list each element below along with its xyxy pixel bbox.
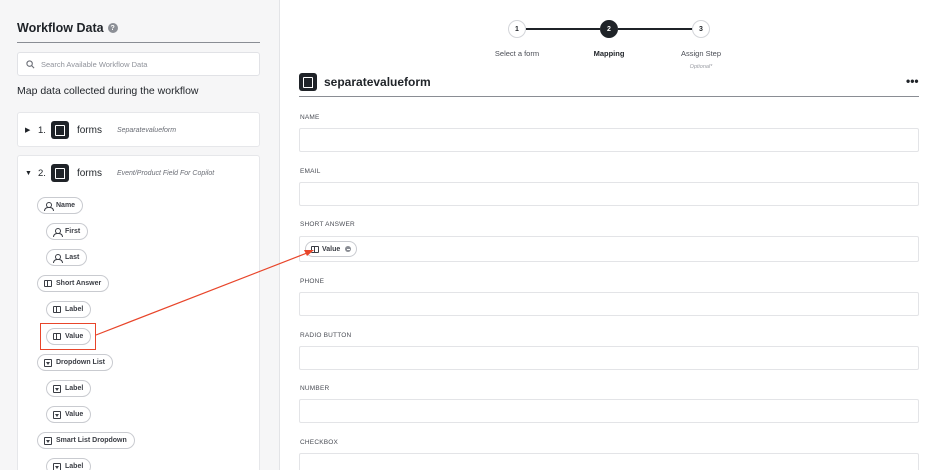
- data-pill-first[interactable]: First: [46, 223, 89, 240]
- field-drop-zone-name[interactable]: [299, 128, 919, 152]
- step-3-circle[interactable]: 3: [692, 20, 710, 38]
- dropdown-icon: [44, 358, 52, 367]
- data-pill-short-answer-label[interactable]: Label: [46, 301, 92, 318]
- field-label-email: EMAIL: [300, 168, 321, 175]
- form-title: separatevalueform: [324, 75, 431, 89]
- person-icon: [53, 253, 63, 263]
- dropdown-icon: [53, 410, 61, 419]
- field-drop-zone-number[interactable]: [299, 399, 919, 423]
- person-icon: [44, 201, 54, 211]
- text-field-icon: [311, 245, 319, 253]
- data-pill-name[interactable]: Name: [37, 197, 84, 214]
- pill-label: Label: [65, 463, 84, 470]
- field-drop-zone-checkbox[interactable]: [299, 453, 919, 470]
- group-subtitle: Event/Product Field For Copilot: [116, 169, 215, 177]
- more-options-icon[interactable]: •••: [906, 74, 919, 88]
- data-pill-dropdown-list[interactable]: Dropdown List: [37, 354, 113, 371]
- group-name: forms: [76, 124, 102, 136]
- form-icon: [50, 164, 69, 182]
- field-label-number: NUMBER: [300, 385, 330, 392]
- form-group-header[interactable]: ▼ 2. forms Event/Product Field For Copil…: [25, 164, 214, 182]
- pill-label: Name: [56, 202, 76, 209]
- field-drop-zone-short-answer[interactable]: Value: [299, 236, 919, 262]
- pill-label: Dropdown List: [56, 359, 105, 366]
- remove-icon[interactable]: [345, 246, 352, 252]
- data-pill-smart-list-dropdown[interactable]: Smart List Dropdown: [37, 432, 135, 449]
- step-1-label[interactable]: Select a form: [477, 49, 557, 58]
- field-label-phone: PHONE: [300, 278, 325, 285]
- workflow-data-panel: Workflow Data ? Map data collected durin…: [0, 0, 280, 470]
- dropdown-icon: [44, 436, 52, 445]
- step-2-label[interactable]: Mapping: [569, 49, 649, 58]
- pill-label: Short Answer: [56, 280, 102, 287]
- group-subtitle: Separatevalueform: [116, 126, 177, 134]
- map-instructions: Map data collected during the workflow: [17, 85, 199, 97]
- field-label-radio-button: RADIO BUTTON: [300, 332, 352, 339]
- search-input[interactable]: [41, 59, 241, 69]
- field-drop-zone-phone[interactable]: [299, 292, 919, 316]
- data-pill-smart-list-label[interactable]: Label: [46, 458, 92, 470]
- field-drop-zone-email[interactable]: [299, 182, 919, 206]
- pill-label: Last: [65, 254, 80, 261]
- panel-title: Workflow Data ?: [17, 21, 118, 35]
- data-pill-dropdown-value[interactable]: Value: [46, 406, 92, 423]
- search-icon: [26, 59, 35, 68]
- divider: [299, 96, 919, 97]
- form-group-header[interactable]: ▶ 1. forms Separatevalueform: [25, 121, 176, 139]
- group-number: 1.: [38, 124, 46, 136]
- dropdown-icon: [53, 384, 61, 393]
- step-3-sublabel: Optional*: [689, 64, 713, 70]
- field-label-short-answer: SHORT ANSWER: [300, 221, 355, 228]
- step-connector: [526, 28, 600, 30]
- pill-label: First: [65, 228, 81, 235]
- step-connector: [618, 28, 692, 30]
- panel-title-text: Workflow Data: [17, 21, 104, 35]
- group-name: forms: [76, 167, 102, 179]
- text-field-icon: [53, 306, 61, 313]
- field-label-checkbox: CHECKBOX: [300, 439, 339, 446]
- mapped-value-pill[interactable]: Value: [305, 241, 358, 257]
- pill-label: Value: [65, 411, 84, 418]
- highlight-box: [40, 323, 96, 350]
- group-number: 2.: [38, 167, 46, 179]
- step-2-circle[interactable]: 2: [600, 20, 618, 38]
- form-icon: [50, 121, 69, 139]
- search-box[interactable]: [17, 52, 260, 76]
- field-label-name: NAME: [300, 114, 320, 121]
- mapped-value-label: Value: [322, 245, 341, 253]
- dropdown-icon: [53, 462, 61, 470]
- pill-label: Smart List Dropdown: [56, 437, 127, 444]
- text-field-icon: [44, 280, 52, 287]
- data-pill-dropdown-label[interactable]: Label: [46, 380, 92, 397]
- divider: [17, 42, 260, 43]
- person-icon: [53, 227, 63, 237]
- field-drop-zone-radio-button[interactable]: [299, 346, 919, 370]
- pill-label: Label: [65, 385, 84, 392]
- pill-label: Label: [65, 306, 84, 313]
- data-pill-last[interactable]: Last: [46, 249, 88, 266]
- form-group-1[interactable]: ▶ 1. forms Separatevalueform: [17, 112, 260, 147]
- caret-down-icon[interactable]: ▼: [25, 170, 33, 177]
- form-header: separatevalueform: [299, 73, 431, 91]
- data-pill-short-answer[interactable]: Short Answer: [37, 275, 110, 292]
- help-icon[interactable]: ?: [107, 23, 118, 33]
- step-3-label[interactable]: Assign Step: [661, 49, 741, 58]
- form-icon: [299, 73, 317, 91]
- step-1-circle[interactable]: 1: [508, 20, 526, 38]
- caret-right-icon[interactable]: ▶: [25, 126, 33, 134]
